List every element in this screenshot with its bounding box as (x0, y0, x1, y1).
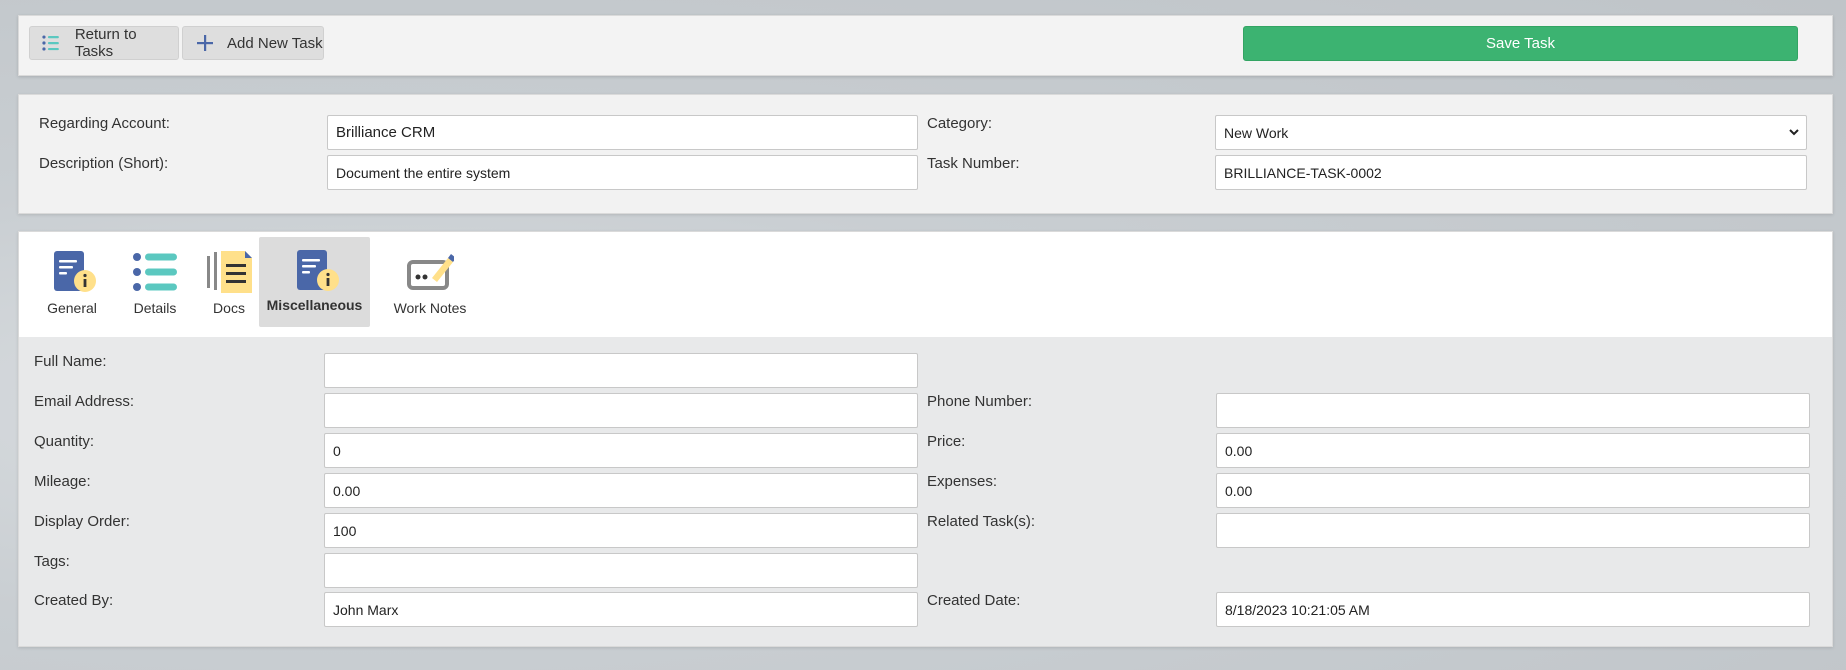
tab-bar: General Details Docs Miscellaneous Work … (19, 232, 1832, 337)
expenses-input[interactable] (1216, 473, 1810, 508)
task-header-panel: Regarding Account: Category: New Work De… (18, 94, 1833, 214)
document-info-icon (296, 250, 339, 291)
save-task-label: Save Task (1486, 35, 1555, 52)
tags-label: Tags: (34, 553, 70, 570)
full-name-input[interactable] (324, 353, 918, 388)
signature-icon (407, 254, 454, 290)
created-date-input[interactable] (1216, 592, 1810, 627)
list-icon (133, 253, 177, 291)
regarding-account-input[interactable] (327, 115, 918, 150)
created-date-label: Created Date: (927, 592, 1021, 609)
category-value: New Work (1224, 124, 1289, 141)
tab-miscellaneous[interactable]: Miscellaneous (259, 237, 370, 327)
tab-miscellaneous-label: Miscellaneous (266, 297, 363, 313)
tab-work-notes-label: Work Notes (393, 300, 467, 316)
phone-number-input[interactable] (1216, 393, 1810, 428)
add-new-task-label: Add New Task (227, 34, 323, 52)
task-detail-panel: General Details Docs Miscellaneous Work … (18, 231, 1833, 647)
notes-icon (207, 251, 252, 293)
plus-icon (197, 35, 213, 51)
display-order-input[interactable] (324, 513, 918, 548)
email-address-input[interactable] (324, 393, 918, 428)
mileage-input[interactable] (324, 473, 918, 508)
quantity-label: Quantity: (34, 433, 95, 450)
tab-details-label: Details (133, 300, 177, 316)
task-number-label: Task Number: (927, 155, 1020, 172)
category-select[interactable]: New Work (1215, 115, 1807, 150)
email-address-label: Email Address: (34, 393, 135, 410)
tab-general[interactable]: General (37, 238, 107, 328)
tags-input[interactable] (324, 553, 918, 588)
price-input[interactable] (1216, 433, 1810, 468)
mileage-label: Mileage: (34, 473, 91, 490)
category-label: Category: (927, 115, 993, 132)
related-tasks-input[interactable] (1216, 513, 1810, 548)
quantity-input[interactable] (324, 433, 918, 468)
related-tasks-label: Related Task(s): (927, 513, 1036, 530)
tab-details[interactable]: Details (120, 238, 190, 328)
regarding-account-label: Regarding Account: (39, 115, 170, 132)
return-to-tasks-button[interactable]: Return to Tasks (29, 26, 179, 60)
document-info-icon (54, 251, 96, 292)
tab-docs-label: Docs (213, 300, 245, 316)
created-by-label: Created By: (34, 592, 114, 609)
description-label: Description (Short): (39, 155, 169, 172)
tab-docs[interactable]: Docs (196, 238, 262, 328)
chevron-down-icon (1789, 129, 1799, 136)
save-task-button[interactable]: Save Task (1243, 26, 1798, 61)
description-input[interactable] (327, 155, 918, 190)
toolbar: Return to Tasks Add New Task Save Task (18, 15, 1833, 76)
tab-general-label: General (47, 300, 97, 316)
display-order-label: Display Order: (34, 513, 130, 530)
created-by-input[interactable] (324, 592, 918, 627)
list-icon (42, 35, 59, 51)
phone-number-label: Phone Number: (927, 393, 1033, 410)
full-name-label: Full Name: (34, 353, 107, 370)
expenses-label: Expenses: (927, 473, 998, 490)
tab-work-notes[interactable]: Work Notes (375, 238, 485, 328)
price-label: Price: (927, 433, 966, 450)
add-new-task-button[interactable]: Add New Task (182, 26, 324, 60)
task-number-input[interactable] (1215, 155, 1807, 190)
return-to-tasks-label: Return to Tasks (74, 26, 137, 60)
